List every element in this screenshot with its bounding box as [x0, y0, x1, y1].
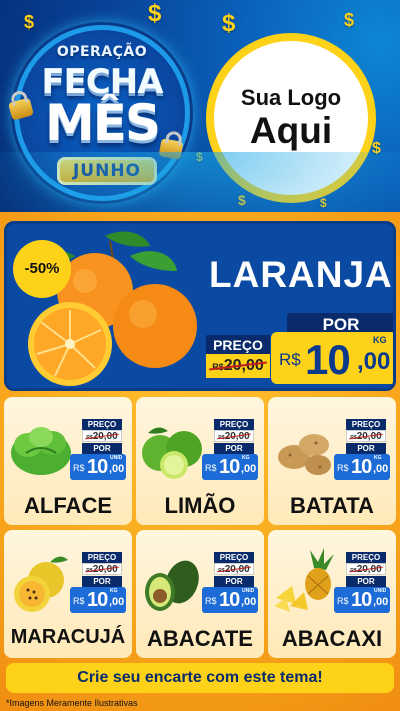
old-price: R$20,00	[346, 563, 386, 575]
product-card-batata[interactable]: PREÇO R$20,00 POR R$ 10 ,00 KG BATATA	[268, 397, 396, 525]
old-price-label: PREÇO	[82, 419, 122, 430]
product-card-alface[interactable]: PREÇO R$20,00 POR R$ 10 ,00 UNID ALFACE	[4, 397, 132, 525]
new-price: R$ 10 ,00 UNID	[70, 454, 126, 480]
passion-fruit-icon	[14, 556, 68, 612]
product-card-maracuja[interactable]: PREÇO R$20,00 POR R$ 10 ,00 KG MARACUJÁ	[4, 530, 132, 658]
create-flyer-button[interactable]: Crie seu encarte com este tema!	[6, 663, 394, 693]
new-price: R$ 10 ,00 KG	[202, 454, 258, 480]
new-price: R$ 10 ,00 KG	[271, 332, 393, 384]
old-price: R$20,00	[82, 563, 122, 575]
campaign-month-badge: JUNHO	[57, 157, 157, 185]
new-price-decimal: ,00	[109, 463, 125, 475]
new-price-decimal: ,00	[373, 463, 389, 475]
new-price-currency: R$	[205, 596, 217, 606]
campaign-logo: OPERAÇÃO FECHA MÊS JUNHO	[14, 25, 190, 201]
featured-product-card[interactable]: -50% LARANJA PREÇO R$20,00 POR R$ 10 ,00…	[4, 221, 396, 391]
new-price-decimal: ,00	[357, 348, 391, 375]
new-price-integer: 10	[87, 456, 108, 478]
price-unit: KG	[242, 455, 250, 461]
new-price: R$ 10 ,00 KG	[334, 454, 390, 480]
discount-badge: -50%	[13, 240, 71, 298]
product-name: ALFACE	[24, 493, 112, 518]
product-name: ABACAXI	[281, 626, 383, 651]
price-unit: UNID	[110, 455, 123, 461]
new-price-decimal: ,00	[241, 463, 257, 475]
new-price-decimal: ,00	[109, 596, 125, 608]
new-price-decimal: ,00	[373, 596, 389, 608]
dollar-icon: $	[372, 140, 381, 157]
header-banner: $ $ $ $ $ $ $ $ OPERAÇÃO FECHA MÊS JUNHO…	[0, 0, 400, 212]
new-price-label: POR	[82, 443, 122, 454]
new-price: R$ 10 ,00 UNID	[334, 587, 390, 613]
new-price-currency: R$	[337, 596, 349, 606]
new-price-integer: 10	[351, 456, 372, 478]
dollar-icon: $	[238, 192, 246, 208]
old-price: R$20,00	[82, 430, 122, 442]
old-price-label: PREÇO	[214, 419, 254, 430]
dollar-icon: $	[196, 150, 203, 164]
new-price-integer: 10	[87, 589, 108, 611]
new-price-decimal: ,00	[241, 596, 257, 608]
product-card-abacate[interactable]: PREÇO R$20,00 POR R$ 10 ,00 UNID ABACATE	[136, 530, 264, 658]
product-name: LIMÃO	[164, 493, 236, 518]
new-price-currency: R$	[337, 463, 349, 473]
avocado-icon	[145, 560, 199, 611]
old-price-label: PREÇO	[346, 419, 386, 430]
old-price: R$20,00	[206, 354, 270, 378]
old-price-label: PREÇO	[82, 552, 122, 563]
logo-placeholder[interactable]: Sua Logo Aqui	[206, 33, 376, 203]
new-price-integer: 10	[305, 336, 351, 383]
new-price-currency: R$	[205, 463, 217, 473]
old-price-label: PREÇO	[346, 552, 386, 563]
price-unit: KG	[373, 335, 387, 345]
old-price: R$20,00	[214, 563, 254, 575]
dollar-icon: $	[344, 10, 355, 30]
price-unit: UNID	[374, 588, 387, 594]
new-price-label: POR	[346, 443, 386, 454]
product-card-limao[interactable]: PREÇO R$20,00 POR R$ 10 ,00 KG LIMÃO	[136, 397, 264, 525]
new-price-label: POR	[214, 443, 254, 454]
padlock-icon	[158, 138, 184, 160]
new-price-label: POR	[214, 576, 254, 587]
new-price-integer: 10	[351, 589, 372, 611]
price-unit: KG	[110, 588, 118, 594]
dollar-icon: $	[148, 0, 162, 27]
dollar-icon: $	[320, 196, 327, 210]
product-name: BATATA	[290, 493, 374, 518]
new-price: R$ 10 ,00 KG	[70, 587, 126, 613]
old-price-label: PREÇO	[214, 552, 254, 563]
logo-placeholder-line1: Sua Logo	[240, 85, 342, 110]
new-price: R$ 10 ,00 UNID	[202, 587, 258, 613]
campaign-line1: OPERAÇÃO	[56, 44, 148, 60]
dollar-icon: $	[24, 12, 35, 32]
new-price-currency: R$	[73, 596, 85, 606]
product-card-abacaxi[interactable]: PREÇO R$20,00 POR R$ 10 ,00 UNID ABACAXI	[268, 530, 396, 658]
new-price-integer: 10	[219, 456, 240, 478]
logo-placeholder-line2: Aqui	[249, 110, 333, 151]
new-price-integer: 10	[219, 589, 240, 611]
dollar-icon: $	[222, 10, 236, 37]
new-price-currency: R$	[279, 350, 301, 369]
pineapple-icon	[274, 548, 334, 612]
old-price: R$20,00	[214, 430, 254, 442]
lime-icon	[142, 427, 202, 479]
lettuce-icon	[11, 427, 71, 475]
old-price-label: PREÇO	[206, 335, 270, 355]
product-name: MARACUJÁ	[10, 626, 126, 648]
product-name: ABACATE	[147, 626, 253, 651]
new-price-currency: R$	[73, 463, 85, 473]
old-price: R$20,00	[346, 430, 386, 442]
price-unit: KG	[374, 455, 382, 461]
potato-icon	[278, 434, 331, 475]
new-price-label: POR	[82, 576, 122, 587]
new-price-label: POR	[346, 576, 386, 587]
price-unit: UNID	[242, 588, 255, 594]
featured-product-name: LARANJA	[209, 254, 393, 295]
disclaimer-text: *Imagens Meramente Ilustrativas	[6, 698, 138, 708]
